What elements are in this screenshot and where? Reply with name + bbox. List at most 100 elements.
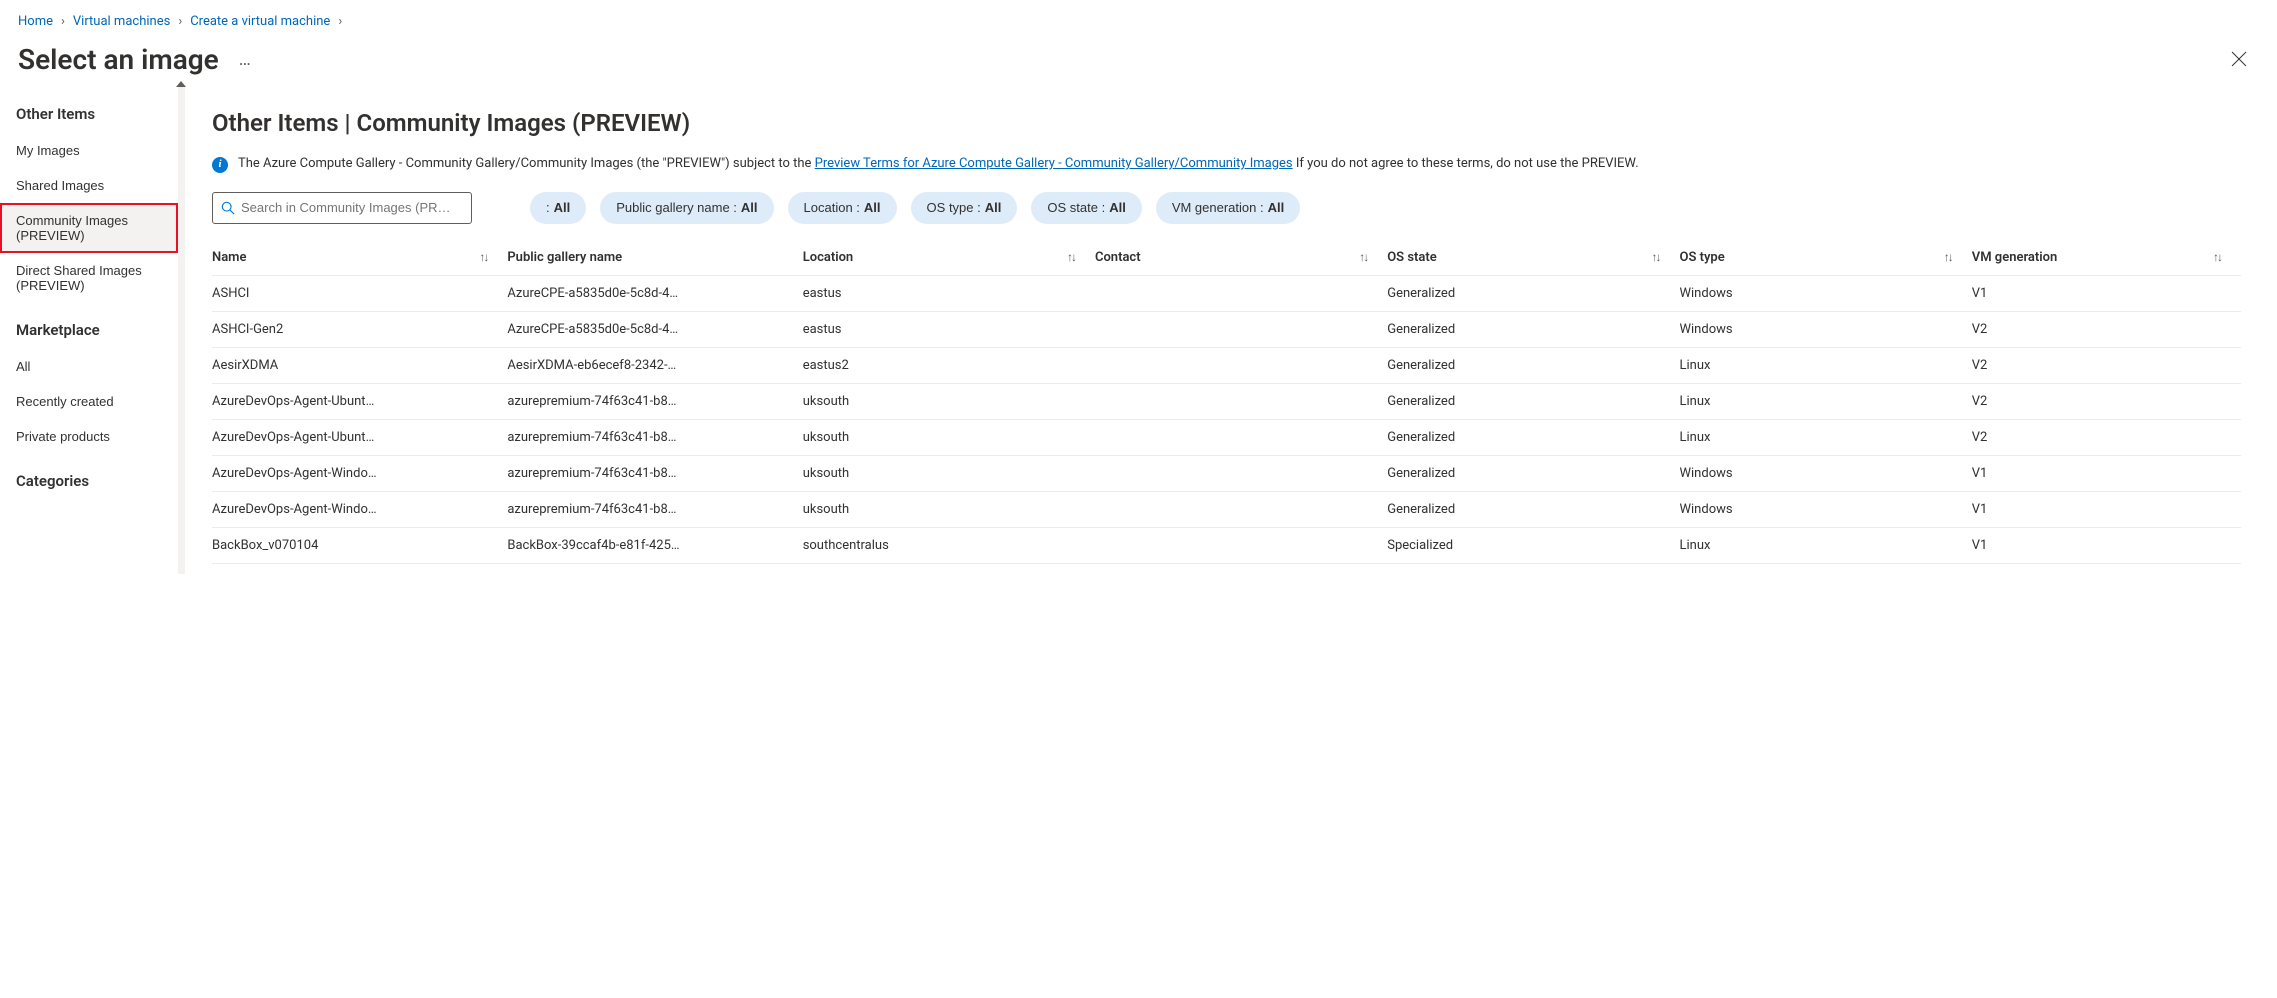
filter-pill[interactable]: Public gallery name : All: [600, 192, 773, 224]
info-banner: i The Azure Compute Gallery - Community …: [212, 155, 2241, 174]
cell-name: AzureDevOps-Agent-Windo…: [212, 491, 507, 527]
cell-name: ASHCI-Gen2: [212, 311, 507, 347]
info-text-prefix: The Azure Compute Gallery - Community Ga…: [238, 156, 815, 171]
filter-pill[interactable]: : All: [530, 192, 586, 224]
cell-location: uksouth: [803, 491, 1095, 527]
cell-contact: [1095, 311, 1387, 347]
cell-os_type: Linux: [1679, 419, 1971, 455]
filter-label: Location :: [804, 200, 860, 215]
sidebar: Other Items My Images Shared Images Comm…: [0, 87, 178, 574]
close-icon: [2231, 51, 2247, 67]
main-content: Other Items | Community Images (PREVIEW)…: [178, 87, 2277, 574]
column-header-os-state[interactable]: OS state↑↓: [1387, 240, 1679, 276]
cell-name: AesirXDMA: [212, 347, 507, 383]
sidebar-scrollbar[interactable]: [178, 87, 185, 574]
more-actions-button[interactable]: …: [233, 45, 258, 74]
column-header-location[interactable]: Location↑↓: [803, 240, 1095, 276]
sidebar-item-private-products[interactable]: Private products: [0, 419, 178, 454]
filter-value: All: [554, 200, 571, 215]
column-header-name[interactable]: Name↑↓: [212, 240, 507, 276]
table-row[interactable]: AzureDevOps-Agent-Ubunt…azurepremium-74f…: [212, 383, 2241, 419]
sidebar-section-categories: Categories: [0, 454, 178, 500]
sort-icon: ↑↓: [1067, 250, 1075, 264]
filter-label: OS state :: [1047, 200, 1105, 215]
table-row[interactable]: AzureDevOps-Agent-Ubunt…azurepremium-74f…: [212, 419, 2241, 455]
cell-gallery: azurepremium-74f63c41-b8…: [507, 455, 802, 491]
filter-value: All: [741, 200, 758, 215]
table-row[interactable]: AesirXDMAAesirXDMA-eb6ecef8-2342-…eastus…: [212, 347, 2241, 383]
sort-icon: ↑↓: [1651, 250, 1659, 264]
cell-os_type: Linux: [1679, 527, 1971, 563]
cell-gallery: AzureCPE-a5835d0e-5c8d-4…: [507, 275, 802, 311]
column-header-contact[interactable]: Contact↑↓: [1095, 240, 1387, 276]
cell-os_state: Generalized: [1387, 491, 1679, 527]
cell-gallery: AesirXDMA-eb6ecef8-2342-…: [507, 347, 802, 383]
search-input[interactable]: [241, 200, 463, 215]
filter-label: Public gallery name :: [616, 200, 737, 215]
sidebar-section-marketplace: Marketplace: [0, 303, 178, 349]
breadcrumb: Home › Virtual machines › Create a virtu…: [0, 0, 2277, 35]
column-header-os-type[interactable]: OS type↑↓: [1679, 240, 1971, 276]
cell-location: eastus: [803, 275, 1095, 311]
filter-pill[interactable]: VM generation : All: [1156, 192, 1300, 224]
cell-vm_gen: V2: [1972, 311, 2241, 347]
cell-os_state: Generalized: [1387, 275, 1679, 311]
cell-os_type: Windows: [1679, 455, 1971, 491]
column-header-gallery[interactable]: Public gallery name: [507, 240, 802, 276]
column-header-vm-gen[interactable]: VM generation↑↓: [1972, 240, 2241, 276]
table-row[interactable]: AzureDevOps-Agent-Windo…azurepremium-74f…: [212, 491, 2241, 527]
sidebar-item-direct-shared-images[interactable]: Direct Shared Images (PREVIEW): [0, 253, 178, 303]
cell-os_state: Generalized: [1387, 383, 1679, 419]
table-row[interactable]: AzureDevOps-Agent-Windo…azurepremium-74f…: [212, 455, 2241, 491]
cell-location: eastus: [803, 311, 1095, 347]
cell-gallery: azurepremium-74f63c41-b8…: [507, 419, 802, 455]
search-icon: [221, 201, 235, 215]
cell-vm_gen: V2: [1972, 347, 2241, 383]
cell-vm_gen: V1: [1972, 491, 2241, 527]
content-heading: Other Items | Community Images (PREVIEW): [212, 109, 2241, 137]
filter-label: OS type :: [927, 200, 981, 215]
cell-os_type: Linux: [1679, 383, 1971, 419]
scroll-up-icon: [176, 81, 186, 87]
sort-icon: ↑↓: [1359, 250, 1367, 264]
cell-vm_gen: V2: [1972, 383, 2241, 419]
sidebar-item-all[interactable]: All: [0, 349, 178, 384]
filter-value: All: [985, 200, 1002, 215]
sidebar-item-my-images[interactable]: My Images: [0, 133, 178, 168]
cell-os_type: Windows: [1679, 491, 1971, 527]
cell-os_state: Generalized: [1387, 419, 1679, 455]
preview-terms-link[interactable]: Preview Terms for Azure Compute Gallery …: [815, 156, 1293, 171]
filter-pill[interactable]: Location : All: [788, 192, 897, 224]
cell-gallery: azurepremium-74f63c41-b8…: [507, 491, 802, 527]
cell-contact: [1095, 527, 1387, 563]
cell-os_state: Specialized: [1387, 527, 1679, 563]
sidebar-item-shared-images[interactable]: Shared Images: [0, 168, 178, 203]
cell-contact: [1095, 347, 1387, 383]
cell-contact: [1095, 275, 1387, 311]
cell-os_type: Windows: [1679, 275, 1971, 311]
sort-icon: ↑↓: [1944, 250, 1952, 264]
cell-name: AzureDevOps-Agent-Ubunt…: [212, 419, 507, 455]
cell-vm_gen: V1: [1972, 275, 2241, 311]
sidebar-item-recently-created[interactable]: Recently created: [0, 384, 178, 419]
table-row[interactable]: BackBox_v070104BackBox-39ccaf4b-e81f-425…: [212, 527, 2241, 563]
breadcrumb-vms[interactable]: Virtual machines: [73, 14, 170, 29]
cell-name: AzureDevOps-Agent-Ubunt…: [212, 383, 507, 419]
filter-pill[interactable]: OS type : All: [911, 192, 1018, 224]
breadcrumb-create-vm[interactable]: Create a virtual machine: [190, 14, 330, 29]
table-row[interactable]: ASHCIAzureCPE-a5835d0e-5c8d-4…eastusGene…: [212, 275, 2241, 311]
filter-pill[interactable]: OS state : All: [1031, 192, 1141, 224]
sidebar-item-community-images[interactable]: Community Images (PREVIEW): [0, 203, 178, 253]
table-row[interactable]: ASHCI-Gen2AzureCPE-a5835d0e-5c8d-4…eastu…: [212, 311, 2241, 347]
search-box[interactable]: [212, 192, 472, 224]
cell-os_state: Generalized: [1387, 347, 1679, 383]
cell-gallery: BackBox-39ccaf4b-e81f-425…: [507, 527, 802, 563]
cell-os_state: Generalized: [1387, 455, 1679, 491]
close-button[interactable]: [2221, 41, 2257, 77]
cell-name: BackBox_v070104: [212, 527, 507, 563]
filter-value: All: [1109, 200, 1126, 215]
breadcrumb-home[interactable]: Home: [18, 14, 53, 29]
toolbar: : All Public gallery name : All Location :…: [212, 192, 2241, 224]
sort-icon: ↑↓: [2213, 250, 2221, 264]
cell-gallery: AzureCPE-a5835d0e-5c8d-4…: [507, 311, 802, 347]
